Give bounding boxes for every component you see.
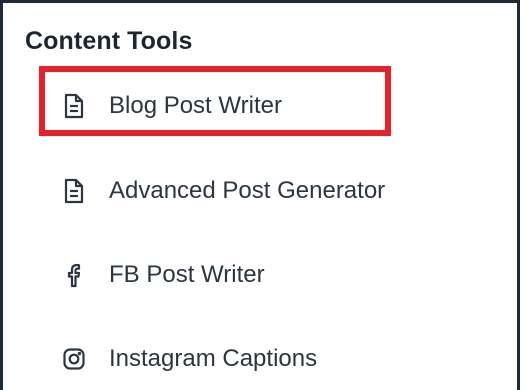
tool-label: Advanced Post Generator <box>109 177 386 204</box>
section-title: Content Tools <box>25 27 193 55</box>
content-tools-panel: Content Tools Blog Post Writer Advanced … <box>0 0 520 390</box>
document-icon <box>61 177 87 205</box>
instagram-icon <box>61 345 87 373</box>
tool-item-instagram-captions[interactable]: Instagram Captions <box>61 341 317 377</box>
tool-label: Instagram Captions <box>109 345 318 372</box>
tool-label: FB Post Writer <box>109 261 265 288</box>
tool-item-advanced-post-generator[interactable]: Advanced Post Generator <box>61 173 385 209</box>
document-icon <box>61 92 87 120</box>
facebook-icon <box>61 261 87 289</box>
tool-item-fb-post-writer[interactable]: FB Post Writer <box>61 257 265 293</box>
tool-item-blog-post-writer[interactable]: Blog Post Writer <box>61 88 282 124</box>
tool-label: Blog Post Writer <box>109 92 282 119</box>
